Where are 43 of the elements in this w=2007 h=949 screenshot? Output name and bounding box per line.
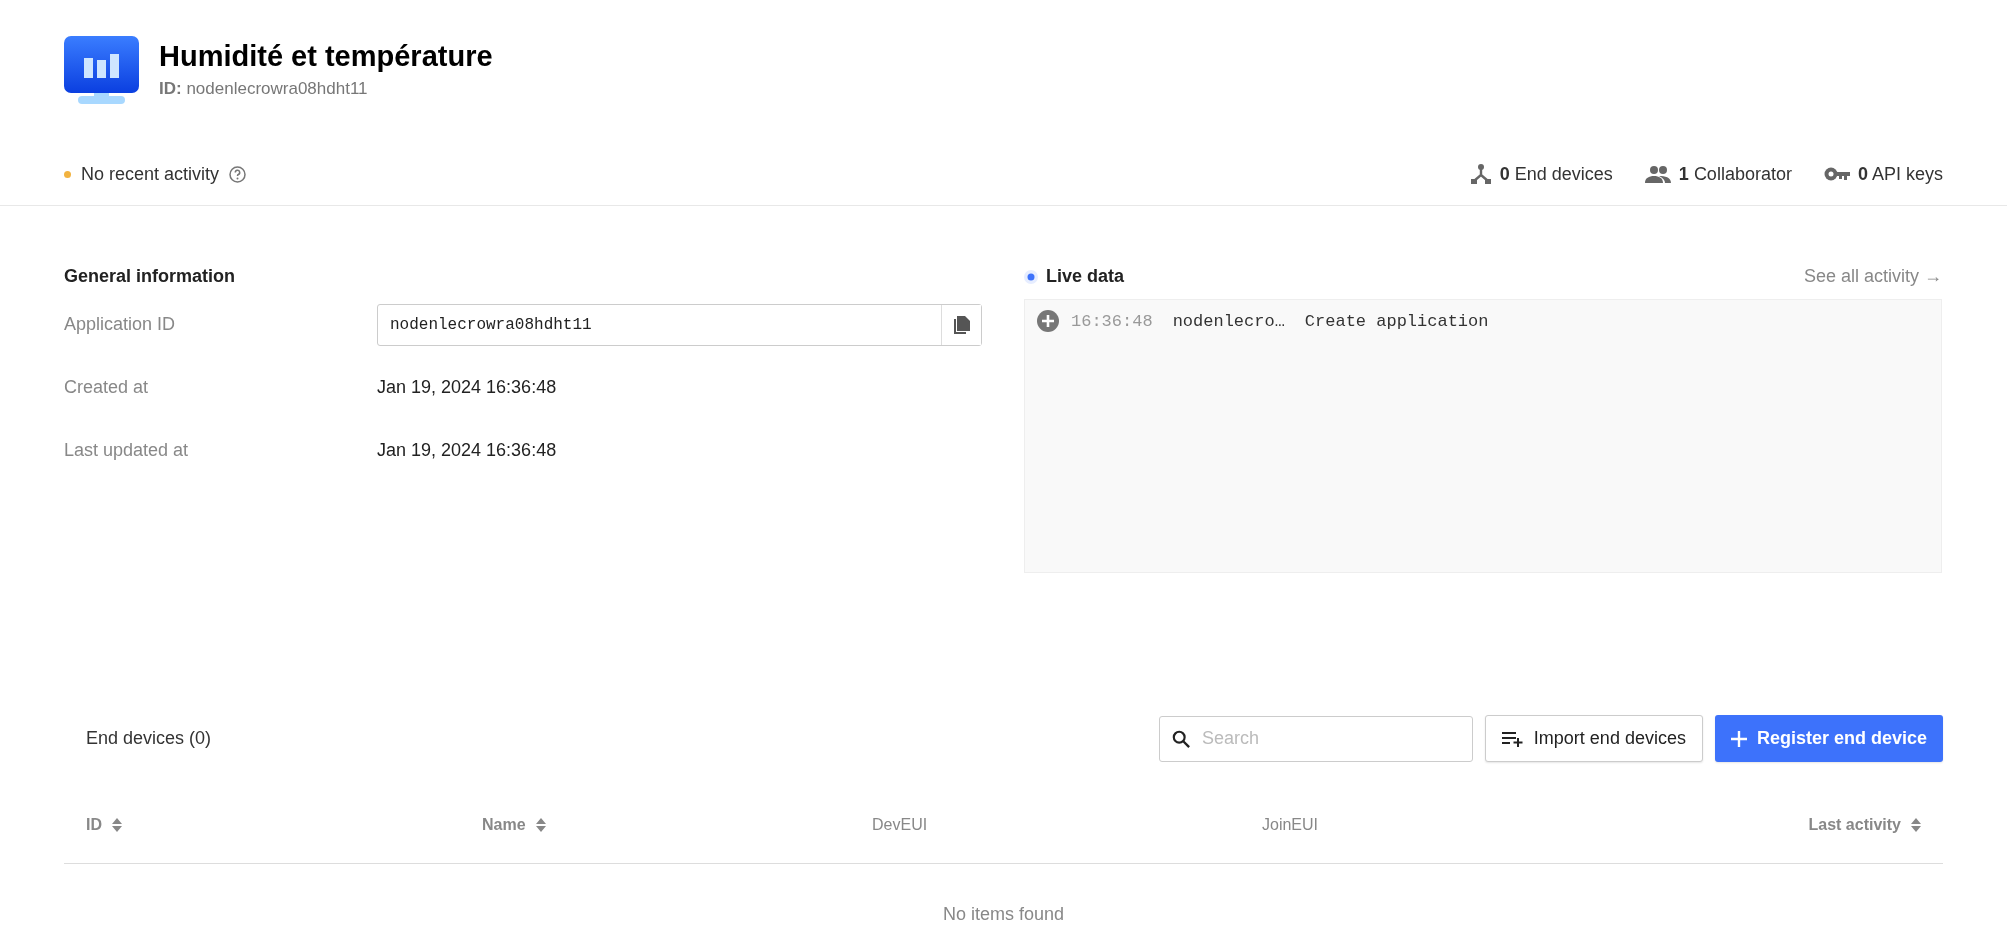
sort-icon [112, 817, 122, 832]
column-header[interactable]: Last activity [1808, 815, 1901, 834]
column-header: JoinEUI [1262, 815, 1319, 834]
info-value: Jan 19, 2024 16:36:48 [377, 377, 558, 398]
sort-icon [1911, 817, 1921, 832]
status-text: No recent activity [81, 163, 220, 185]
column-header: DevEUI [872, 815, 928, 834]
column-header[interactable]: ID [86, 815, 102, 834]
search-field[interactable]: Search [1158, 715, 1473, 762]
info-label: Application ID [64, 314, 177, 335]
event-message: Create application [1304, 311, 1489, 331]
application-title: Humidité et température [159, 40, 493, 73]
info-value: Jan 19, 2024 16:36:48 [377, 440, 558, 461]
key-icon [1823, 167, 1850, 181]
empty-message: No items found [942, 904, 1065, 924]
stat-link[interactable]: 0 End devices [1499, 163, 1613, 185]
info-label: Created at [64, 377, 150, 398]
column-header[interactable]: Name [482, 815, 526, 834]
application-id: ID: nodenlecrowra08hdht11 [159, 79, 369, 99]
register-button[interactable]: Register end device [1714, 715, 1943, 762]
event-time: 16:36:48 [1071, 311, 1153, 331]
sort-icon [535, 817, 546, 832]
section-title: General information [64, 266, 237, 287]
stat-link[interactable]: 0 API keys [1857, 163, 1943, 185]
info-label: Last updated at [64, 440, 190, 461]
search-icon [1171, 728, 1190, 749]
playlist-add-icon [1501, 730, 1524, 747]
list-title: End devices (0) [85, 728, 213, 749]
event-entity: nodenlecro… [1172, 311, 1285, 331]
section-title: Live data [1046, 266, 1125, 287]
people-icon [1644, 165, 1671, 183]
copy-icon [953, 315, 970, 334]
copy-button[interactable] [941, 304, 981, 345]
id-field[interactable]: nodenlecrowra08hdht11 [377, 303, 982, 346]
monitor-chart-icon [64, 36, 139, 107]
stat-link[interactable]: 1 Collaborator [1678, 163, 1792, 185]
plus-icon [1730, 730, 1747, 747]
see-all-activity-link[interactable]: See all activity → [1803, 266, 1942, 287]
live-dot-icon [1024, 269, 1038, 284]
plus-circle-icon [1037, 310, 1059, 332]
import-button[interactable]: Import end devices [1484, 715, 1703, 762]
network-icon [1469, 163, 1492, 185]
help-icon[interactable] [229, 165, 247, 183]
